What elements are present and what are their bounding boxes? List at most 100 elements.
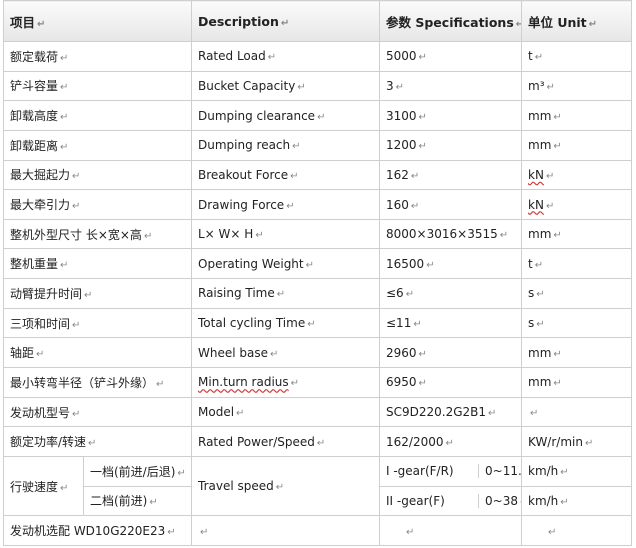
row-description: Min.turn radius ↵ bbox=[191, 367, 380, 398]
row-item-text: 额定功率/转速 bbox=[10, 435, 87, 450]
paragraph-mark: ↵ bbox=[286, 200, 295, 212]
paragraph-mark: ↵ bbox=[143, 230, 153, 242]
row-value-text: 5000 bbox=[386, 49, 417, 64]
paragraph-mark: ↵ bbox=[60, 260, 69, 272]
gear-name: II -gear(F) bbox=[386, 493, 479, 508]
paragraph-mark: ↵ bbox=[270, 348, 279, 360]
paragraph-mark: ↵ bbox=[418, 52, 427, 64]
paragraph-mark: ↵ bbox=[530, 408, 539, 419]
row-item-text: 动臂提升时间 bbox=[10, 286, 83, 301]
spec-table: 项目↵ Description↵ 参数 Specifications↵ 单位 U… bbox=[3, 0, 632, 546]
row-description-text: Model bbox=[198, 405, 235, 419]
gear-label-text: 一档(前进/后退) bbox=[90, 464, 176, 479]
row-description-text: Min.turn radius bbox=[198, 375, 289, 390]
row-unit: KW/r/min ↵ bbox=[521, 426, 632, 457]
paragraph-mark: ↵ bbox=[534, 259, 544, 271]
row-value: 1200 ↵ bbox=[379, 129, 522, 161]
row-item: 最大掘起力 ↵ bbox=[3, 159, 192, 191]
gear-unit-text: km/h bbox=[528, 493, 559, 508]
paragraph-mark: ↵ bbox=[405, 289, 415, 301]
paragraph-mark: ↵ bbox=[553, 378, 562, 390]
row-unit: s ↵ bbox=[521, 278, 632, 309]
row-description: Dumping reach ↵ bbox=[191, 129, 380, 161]
row-item: 最大牵引力 ↵ bbox=[3, 189, 192, 220]
paragraph-mark: ↵ bbox=[534, 52, 544, 64]
row-unit: s ↵ bbox=[521, 307, 632, 339]
row-unit: ↵ bbox=[521, 396, 632, 428]
row-unit-text: mm bbox=[528, 375, 552, 390]
row-value: 5000 ↵ bbox=[379, 41, 522, 72]
row-description-text: L× W× H bbox=[198, 227, 254, 242]
row-description-text: Total cycling Time bbox=[198, 316, 306, 331]
row-item: 额定载荷 ↵ bbox=[3, 41, 192, 72]
header-row: 项目↵ Description↵ 参数 Specifications↵ 单位 U… bbox=[3, 0, 632, 42]
row-item-text: 铲斗容量 bbox=[10, 79, 59, 94]
paragraph-mark: ↵ bbox=[316, 437, 326, 449]
paragraph-mark: ↵ bbox=[167, 527, 176, 539]
row-value-text: 16500 bbox=[386, 256, 425, 271]
table-row: 卸载高度 ↵ Dumping clearance ↵ 3100 ↵ mm ↵ bbox=[3, 100, 632, 131]
row-description-text: Drawing Force bbox=[198, 197, 285, 212]
row-description: Wheel base ↵ bbox=[191, 337, 380, 369]
paragraph-mark: ↵ bbox=[177, 467, 186, 479]
row-value-text: 162/2000 bbox=[386, 434, 444, 449]
row-item-text: 卸载高度 bbox=[10, 109, 59, 124]
row-item-text: 额定载荷 bbox=[10, 49, 59, 64]
travel-item: 行驶速度 ↵ bbox=[3, 455, 84, 517]
row-unit: kN ↵ bbox=[521, 159, 632, 191]
gear-value-cell: I -gear(F/R)0~11.5/16.5↵ bbox=[379, 455, 522, 487]
table-row: 最小转弯半径（铲斗外缘） ↵ Min.turn radius ↵ 6950 ↵ mm ↵ bbox=[3, 367, 632, 398]
row-item: 发动机型号 ↵ bbox=[3, 396, 192, 428]
paragraph-mark: ↵ bbox=[36, 349, 45, 361]
paragraph-mark: ↵ bbox=[88, 438, 97, 450]
paragraph-mark: ↵ bbox=[255, 230, 264, 242]
paragraph-mark: ↵ bbox=[413, 319, 422, 331]
paragraph-mark: ↵ bbox=[297, 81, 306, 93]
gear-label: 二档(前进) ↵ bbox=[83, 485, 192, 517]
row-description: Breakout Force ↵ bbox=[191, 159, 380, 191]
row-item: 动臂提升时间 ↵ bbox=[3, 278, 192, 309]
paragraph-mark: ↵ bbox=[305, 259, 315, 271]
paragraph-mark: ↵ bbox=[545, 170, 555, 182]
paragraph-mark: ↵ bbox=[72, 171, 81, 183]
row-item-text: 最大掘起力 bbox=[10, 168, 71, 183]
row-unit-text: mm bbox=[528, 345, 552, 360]
gear-value-cell: II -gear(F)0~38↵ bbox=[379, 485, 522, 517]
row-unit-text: kN bbox=[528, 167, 544, 182]
paragraph-mark: ↵ bbox=[149, 497, 158, 509]
row-unit: m³ ↵ bbox=[521, 70, 632, 102]
row-value: 16500 ↵ bbox=[379, 248, 522, 280]
gear-label-text: 二档(前进) bbox=[90, 494, 148, 509]
row-unit: mm ↵ bbox=[521, 100, 632, 131]
paragraph-mark: ↵ bbox=[584, 437, 594, 449]
row-value: 8000×3016×3515 ↵ bbox=[379, 218, 522, 250]
paragraph-mark: ↵ bbox=[418, 378, 427, 390]
row-description: Rated Load ↵ bbox=[191, 41, 380, 72]
table-row: 轴距 ↵ Wheel base ↵ 2960 ↵ mm ↵ bbox=[3, 337, 632, 369]
row-value-text: 3 bbox=[386, 78, 394, 93]
paragraph-mark: ↵ bbox=[546, 81, 555, 93]
gear-speed: 0~11.5/16.5 bbox=[485, 464, 522, 479]
header-description: Description ↵ bbox=[191, 0, 380, 42]
row-value-text: SC9D220.2G2B1 bbox=[386, 405, 487, 419]
paragraph-mark: ↵ bbox=[317, 111, 326, 123]
row-value: 3 ↵ bbox=[379, 70, 522, 102]
table-row: 动臂提升时间 ↵ Raising Time ↵ ≤6 ↵ s ↵ bbox=[3, 278, 632, 309]
row-item-text: 整机重量 bbox=[10, 257, 59, 272]
row-item: 铲斗容量 ↵ bbox=[3, 70, 192, 102]
row-value: 162 ↵ bbox=[379, 159, 522, 191]
paragraph-mark: ↵ bbox=[553, 348, 562, 360]
empty-cell: ↵ bbox=[191, 515, 380, 546]
paragraph-mark: ↵ bbox=[72, 408, 81, 420]
row-item: 整机重量 ↵ bbox=[3, 248, 192, 280]
paragraph-mark: ↵ bbox=[545, 200, 555, 212]
gear-unit: km/h ↵ bbox=[521, 455, 632, 487]
row-description: Total cycling Time ↵ bbox=[191, 307, 380, 339]
row-description: Model ↵ bbox=[191, 396, 380, 428]
paragraph-mark: ↵ bbox=[553, 230, 562, 242]
row-value-text: ≤11 bbox=[386, 316, 412, 331]
row-item-text: 三项和时间 bbox=[10, 316, 71, 331]
row-unit: mm ↵ bbox=[521, 218, 632, 250]
row-description: Rated Power/Speed ↵ bbox=[191, 426, 380, 457]
paragraph-mark: ↵ bbox=[445, 437, 454, 449]
